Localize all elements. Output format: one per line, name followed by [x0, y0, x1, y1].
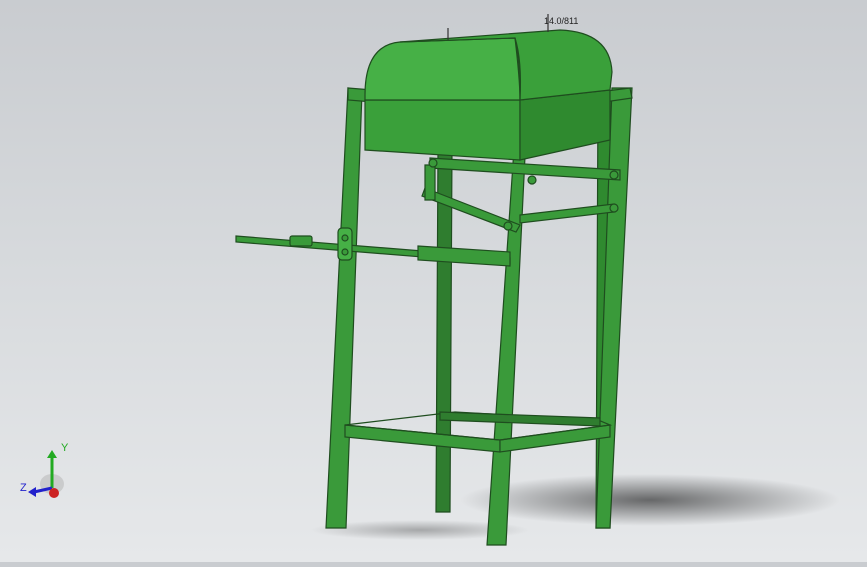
pivot-5 — [527, 175, 537, 185]
hopper-side — [519, 89, 611, 161]
z-axis-label: Z — [20, 482, 27, 494]
pivot-1 — [428, 158, 438, 168]
push-rod[interactable] — [235, 227, 511, 267]
cad-viewport[interactable]: 14.0/811 Y Z — [0, 0, 867, 562]
triad-axes-icon — [28, 450, 64, 498]
pivot-4 — [503, 221, 513, 231]
pivot-3 — [609, 203, 619, 213]
hopper-box[interactable]: 14.0/811 — [364, 14, 613, 161]
front-left-leg — [325, 87, 363, 529]
ground-shadow — [460, 474, 840, 526]
bottom-front-rail — [344, 424, 501, 453]
pivot-2 — [609, 170, 619, 180]
rod-sleeve — [417, 245, 511, 267]
bottom-side-rail — [499, 424, 611, 453]
dimension-annotation: 14.0/811 — [544, 16, 578, 26]
vertical-link — [424, 164, 436, 201]
rod-grip — [289, 235, 313, 247]
hopper-lid-front — [364, 37, 521, 101]
x-axis-icon — [49, 488, 59, 498]
orientation-triad[interactable]: Y Z — [14, 440, 84, 510]
y-axis-label: Y — [61, 442, 69, 454]
bottom-back-rail — [439, 411, 601, 427]
hopper-front — [364, 99, 521, 161]
model-render[interactable]: 14.0/811 — [0, 0, 867, 562]
